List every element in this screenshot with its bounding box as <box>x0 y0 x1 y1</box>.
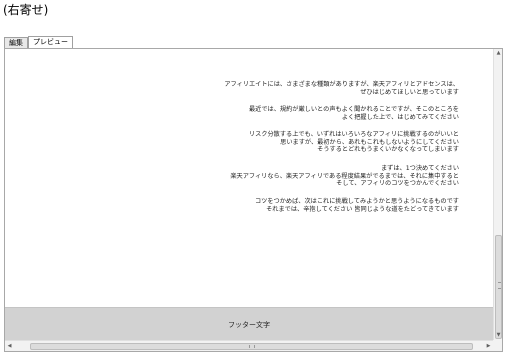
paragraph-line: よく把握した上で、はじめてみてください <box>341 113 459 121</box>
paragraph-line: そして、アフィリのコツをつかんでください <box>336 180 459 188</box>
alignment-caption: (右寄せ) <box>3 3 49 17</box>
paragraph-line: コツをつかめば、次はこれに挑戦してみようかと思うようになるものです <box>255 198 459 205</box>
paragraph-line: 最近では、規約が厳しいとの声もよく聞かれることですが、そこのところを <box>248 106 459 113</box>
paragraph-line: まずは、1つ決めてください <box>381 165 459 172</box>
scroll-left-arrow-icon[interactable]: ◀ <box>5 341 14 351</box>
paragraph-line: ぜひはじめてほしいと思っています <box>360 88 459 96</box>
paragraph-line: 楽天アフィリなら、楽天アフィリである程度結果がでるまでは、それに集中すると <box>230 172 459 180</box>
preview-footer: フッター文字 <box>5 307 493 341</box>
paragraph-line: リスク分散する上でも、いずれはいろいろなアフィリに挑戦するのがいいと <box>248 131 459 138</box>
paragraph-line: そうするとどれもうまくいかなくなってしまいます <box>317 146 459 154</box>
paragraph-3: リスク分散する上でも、いずれはいろいろなアフィリに挑戦するのがいいと 思いますが… <box>249 131 459 154</box>
vertical-scrollbar[interactable]: ▲ ▼ <box>493 49 502 340</box>
paragraph-2: 最近では、規約が厳しいとの声もよく聞かれることですが、そこのところを よく把握し… <box>249 106 459 121</box>
grip-icon <box>498 282 501 289</box>
paragraph-4: まずは、1つ決めてください 楽天アフィリなら、楽天アフィリである程度結果がでるま… <box>230 165 459 188</box>
vertical-scroll-thumb[interactable] <box>495 235 502 339</box>
scroll-down-arrow-icon[interactable]: ▼ <box>494 331 502 340</box>
horizontal-scroll-thumb[interactable] <box>30 343 473 350</box>
paragraph-1: アフィリエイトには、さまざまな種類がありますが、楽天アフィリとアドセンスは、 ぜ… <box>224 81 459 96</box>
preview-frame: アフィリエイトには、さまざまな種類がありますが、楽天アフィリとアドセンスは、 ぜ… <box>4 48 503 352</box>
paragraph-5: コツをつかめば、次はこれに挑戦してみようかと思うようになるものです それまでは、… <box>255 198 459 213</box>
scrollbar-corner <box>493 340 502 351</box>
grip-icon <box>249 345 255 348</box>
footer-text: フッター文字 <box>228 320 270 329</box>
preview-content: アフィリエイトには、さまざまな種類がありますが、楽天アフィリとアドセンスは、 ぜ… <box>5 49 493 307</box>
paragraph-line: アフィリエイトには、さまざまな種類がありますが、楽天アフィリとアドセンスは、 <box>224 81 459 88</box>
scroll-up-arrow-icon[interactable]: ▲ <box>494 49 502 58</box>
horizontal-scrollbar[interactable]: ◀ ▶ <box>5 340 493 351</box>
paragraph-line: それまでは、辛抱してください 皆同じような道をたどってきています <box>266 205 459 213</box>
scroll-right-arrow-icon[interactable]: ▶ <box>484 341 493 351</box>
